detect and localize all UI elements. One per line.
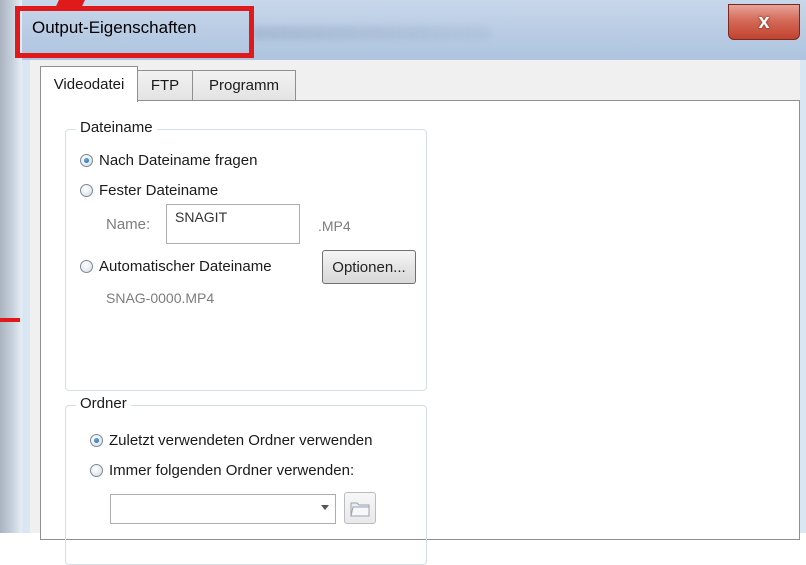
auto-filename-preview: SNAG-0000.MP4 [106,290,215,306]
radio-label-ask-filename: Nach Dateiname fragen [99,152,258,169]
options-button[interactable]: Optionen... [322,250,416,284]
folder-icon [350,502,370,517]
groupbox-ordner: Ordner Zuletzt verwendeten Ordner verwen… [65,395,427,565]
group-legend-dateiname: Dateiname [76,119,157,136]
dialog-window: Output-Eigenschaften x Videodatei FTP Pr… [15,0,806,565]
group-legend-ordner: Ordner [76,395,131,412]
radio-label-auto-filename: Automatischer Dateiname [99,258,272,275]
chevron-down-icon [321,505,329,510]
tab-programm[interactable]: Programm [192,70,296,100]
title-bar-blur [252,26,492,40]
tab-panel-videodatei: Dateiname Nach Dateiname fragen Fester D… [40,100,800,565]
name-label: Name: [106,216,151,233]
filename-input[interactable]: SNAGIT [166,204,300,244]
radio-row-auto[interactable]: Automatischer Dateiname [80,258,272,275]
radio-row-ask[interactable]: Nach Dateiname fragen [80,152,257,169]
radio-row-last-folder[interactable]: Zuletzt verwendeten Ordner verwenden [90,432,372,449]
close-button[interactable]: x [728,4,800,40]
annotation-marker [0,318,20,322]
close-icon: x [758,11,770,33]
title-bar[interactable]: Output-Eigenschaften x [15,0,806,60]
tab-videodatei[interactable]: Videodatei [40,66,138,102]
browse-folder-button[interactable] [344,492,376,524]
radio-label-fixed-filename: Fester Dateiname [99,182,219,199]
folder-combobox[interactable] [110,494,336,524]
radio-row-fixed[interactable]: Fester Dateiname [80,182,218,199]
radio-row-always-folder[interactable]: Immer folgenden Ordner verwenden: [90,462,354,479]
title-highlight-box [15,6,254,58]
dialog-client-area: Videodatei FTP Programm Dateiname Nach D… [30,60,800,565]
radio-last-folder[interactable] [90,434,103,447]
extension-label: .MP4 [318,218,351,234]
groupbox-dateiname: Dateiname Nach Dateiname fragen Fester D… [65,119,427,391]
radio-always-folder[interactable] [90,464,103,477]
tab-ftp[interactable]: FTP [137,70,193,100]
radio-label-last-folder: Zuletzt verwendeten Ordner verwenden [109,432,373,449]
radio-ask-filename[interactable] [80,154,93,167]
radio-fixed-filename[interactable] [80,184,93,197]
radio-label-always-folder: Immer folgenden Ordner verwenden: [109,462,355,479]
desktop-background [0,0,22,533]
radio-auto-filename[interactable] [80,260,93,273]
